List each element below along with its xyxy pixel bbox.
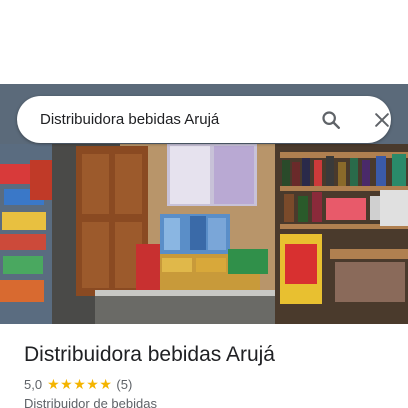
star-icon: ★ xyxy=(99,376,112,392)
star-icon: ★ xyxy=(60,376,73,392)
rating-stars: ★ ★ ★ ★ ★ xyxy=(47,377,112,391)
close-icon[interactable] xyxy=(366,104,398,136)
top-blank-area xyxy=(0,0,408,84)
search-icon[interactable] xyxy=(315,104,347,136)
search-input[interactable]: Distribuidora bebidas Arujá xyxy=(40,96,219,143)
rating-value: 5,0 xyxy=(24,376,43,392)
place-title[interactable]: Distribuidora bebidas Arujá xyxy=(24,341,275,369)
star-icon: ★ xyxy=(73,376,86,392)
review-count[interactable]: (5) xyxy=(116,377,132,392)
star-icon: ★ xyxy=(47,376,60,392)
place-category: Distribuidor de bebidas xyxy=(24,396,157,408)
star-icon: ★ xyxy=(86,376,99,392)
search-bar[interactable]: Distribuidora bebidas Arujá xyxy=(17,96,391,143)
rating-row[interactable]: 5,0 ★ ★ ★ ★ ★ (5) xyxy=(24,375,132,393)
